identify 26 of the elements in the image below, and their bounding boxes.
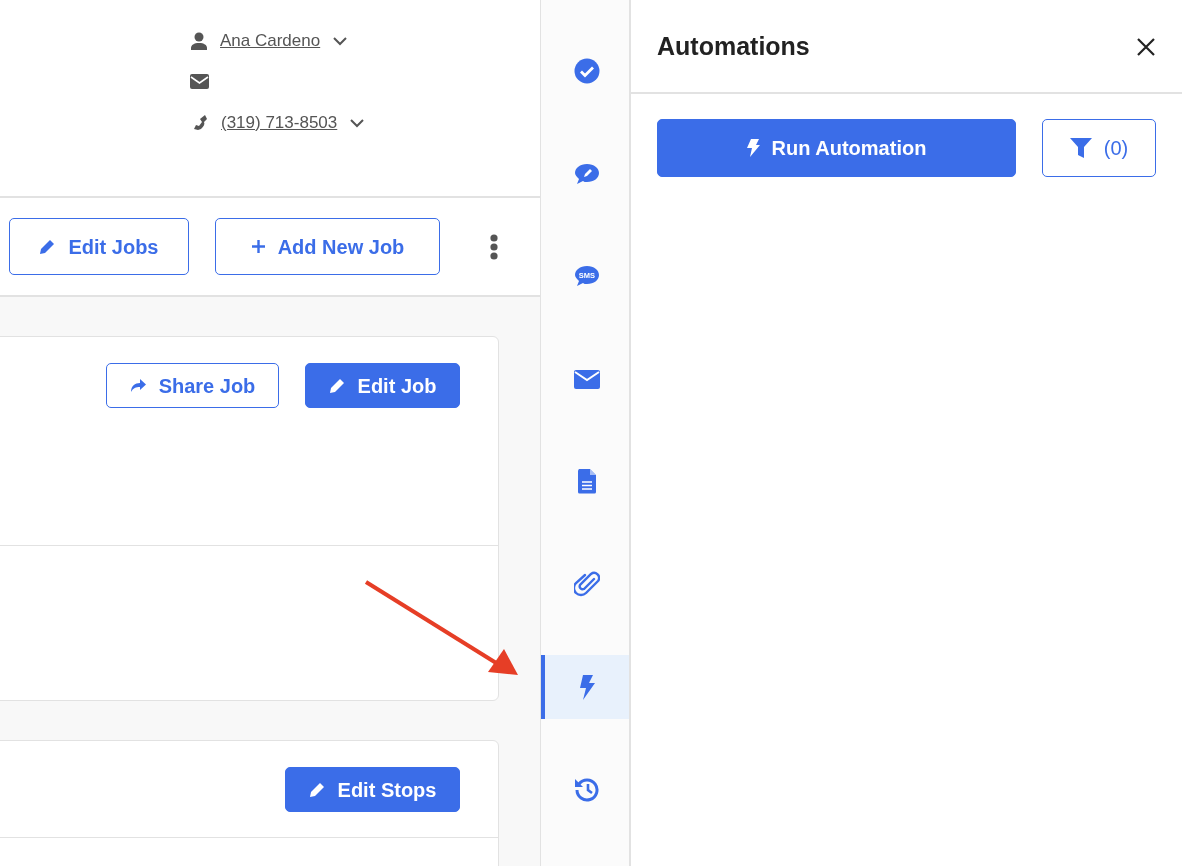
add-job-button[interactable]: Add New Job xyxy=(215,218,440,275)
pencil-icon xyxy=(39,238,57,255)
edit-job-button[interactable]: Edit Job xyxy=(305,363,460,408)
chevron-down-icon[interactable] xyxy=(332,35,349,46)
pencil-icon xyxy=(328,377,346,394)
pencil-icon xyxy=(308,781,326,798)
share-job-button[interactable]: Share Job xyxy=(106,363,279,408)
contact-name-link[interactable]: Ana Cardeno xyxy=(220,27,321,54)
edit-jobs-button[interactable]: Edit Jobs xyxy=(9,218,189,275)
phone-number-link[interactable]: (319) 713-8503 xyxy=(221,109,338,136)
check-circle-icon xyxy=(574,58,600,84)
more-options-button[interactable] xyxy=(490,233,498,260)
panel-title: Automations xyxy=(657,31,810,61)
filter-button[interactable]: (0) xyxy=(1042,119,1156,177)
paperclip-icon xyxy=(574,570,600,597)
plus-icon xyxy=(250,239,266,254)
envelope-icon[interactable] xyxy=(190,74,209,89)
lightning-bolt-icon xyxy=(746,139,760,157)
run-automation-button[interactable]: Run Automation xyxy=(657,119,1016,177)
person-icon xyxy=(190,31,208,50)
share-arrow-icon xyxy=(129,378,147,393)
chevron-down-icon[interactable] xyxy=(349,117,366,128)
filter-icon xyxy=(1069,138,1092,158)
edit-stops-button[interactable]: Edit Stops xyxy=(285,767,460,812)
clock-history-icon xyxy=(574,776,600,803)
sidebar-tab[interactable] xyxy=(541,654,629,719)
